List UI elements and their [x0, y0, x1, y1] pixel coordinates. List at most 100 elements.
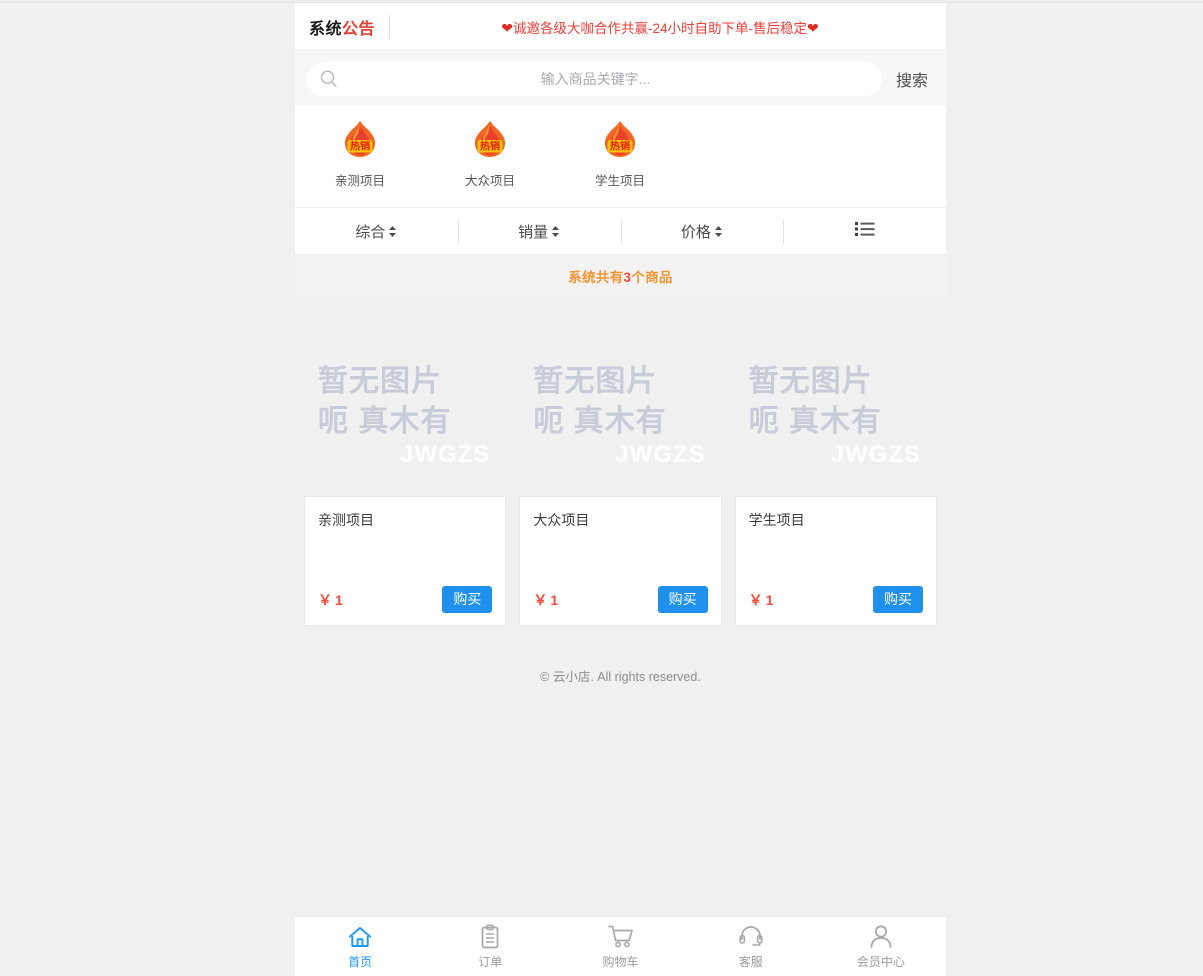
sort-item-price[interactable]: 价格 [620, 208, 784, 254]
nav-label: 客服 [738, 954, 763, 969]
product-card-footer: ￥ 1 购买 [749, 586, 923, 613]
heart-icon-left: ❤ [501, 19, 513, 36]
placeholder-line-1: 暂无图片 [533, 365, 658, 398]
svg-text:热销: 热销 [610, 140, 630, 153]
nav-item-member-center[interactable]: 会员中心 [816, 917, 946, 976]
placeholder-line-1: 暂无图片 [318, 365, 442, 398]
category-label: 大众项目 [464, 174, 515, 188]
search-button[interactable]: 搜索 [882, 67, 936, 91]
placeholder-watermark: JWGZS [830, 441, 921, 468]
announcement-bar: 系统公告 ❤诚邀各级大咖合作共赢-24小时自助下单-售后稳定❤ [295, 3, 946, 51]
footer-copyright: © 云小店. All rights reserved. [540, 670, 701, 684]
count-prefix: 系统共有 [568, 270, 624, 285]
bottom-navigation: 首页 订单 购物车 客服 会员中心 [295, 916, 946, 976]
product-title: 大众项目 [533, 512, 590, 528]
placeholder-line-1: 暂无图片 [748, 365, 873, 398]
nav-label: 会员中心 [856, 954, 905, 969]
placeholder-line-2: 呃 真木有 [748, 405, 882, 438]
search-bar: 搜索 [295, 51, 946, 106]
buy-button[interactable]: 购买 [442, 586, 493, 613]
announcement-message: 诚邀各级大咖合作共赢-24小时自助下单-售后稳定 [513, 20, 808, 36]
currency-symbol: ￥ [318, 591, 332, 608]
product-card-body: 亲测项目 ￥ 1 购买 [304, 496, 507, 626]
product-thumbnail-placeholder: 暂无图片 呃 真木有 JWGZS [519, 333, 721, 496]
product-grid: 暂无图片 呃 真木有 JWGZS 亲测项目 ￥ 1 购买 暂无图片 呃 真木有 … [295, 297, 946, 626]
nav-item-orders[interactable]: 订单 [425, 917, 555, 976]
sort-label: 综合 [355, 223, 386, 241]
search-icon [319, 69, 339, 89]
announcement-label-part2: 公告 [342, 20, 376, 38]
product-thumbnail-placeholder: 暂无图片 呃 真木有 JWGZS [735, 333, 937, 496]
nav-label: 首页 [348, 954, 373, 969]
nav-item-support[interactable]: 客服 [686, 917, 816, 976]
buy-button[interactable]: 购买 [657, 586, 708, 613]
sort-item-sales[interactable]: 销量 [457, 208, 621, 254]
placeholder-line-2: 呃 真木有 [533, 405, 667, 438]
headset-icon [738, 924, 764, 950]
product-card[interactable]: 暂无图片 呃 真木有 JWGZS 大众项目 ￥ 1 购买 [519, 333, 722, 626]
heart-icon-right: ❤ [807, 19, 819, 36]
nav-label: 订单 [478, 954, 503, 969]
placeholder-watermark: JWGZS [615, 441, 706, 468]
category-item-1[interactable]: 热销 大众项目 [425, 120, 555, 189]
search-box[interactable] [307, 61, 882, 96]
price-value: 1 [765, 591, 774, 608]
nav-label: 购物车 [602, 954, 639, 969]
sort-label: 价格 [680, 223, 711, 241]
home-icon [347, 924, 373, 950]
sort-updown-icon [388, 225, 397, 238]
price-value: 1 [550, 591, 559, 608]
product-count-text: 系统共有3个商品 [568, 266, 672, 286]
category-label: 学生项目 [594, 174, 645, 188]
category-label: 亲测项目 [334, 174, 385, 188]
product-title: 学生项目 [748, 512, 805, 528]
product-card-body: 大众项目 ￥ 1 购买 [519, 496, 722, 626]
announcement-label-part1: 系统 [309, 20, 343, 38]
product-thumbnail-placeholder: 暂无图片 呃 真木有 JWGZS [304, 333, 506, 496]
search-input[interactable] [339, 70, 870, 87]
placeholder-watermark: JWGZS [400, 441, 491, 468]
product-price: ￥ 1 [533, 590, 558, 610]
product-card-footer: ￥ 1 购买 [318, 586, 493, 613]
product-card-body: 学生项目 ￥ 1 购买 [734, 496, 937, 626]
hot-sale-flame-icon: 热销 [344, 121, 376, 157]
shopping-cart-icon [607, 924, 635, 950]
app-page: 系统公告 ❤诚邀各级大咖合作共赢-24小时自助下单-售后稳定❤ 搜索 [0, 0, 1203, 976]
product-count-band: 系统共有3个商品 [295, 255, 946, 297]
price-value: 1 [335, 591, 343, 608]
announcement-label: 系统公告 [305, 15, 375, 39]
currency-symbol: ￥ [533, 591, 548, 608]
hot-sale-flame-icon: 热销 [604, 121, 636, 157]
category-item-0[interactable]: 热销 亲测项目 [295, 120, 425, 189]
view-toggle-button[interactable] [783, 208, 946, 254]
announcement-divider [389, 14, 391, 39]
svg-text:热销: 热销 [350, 140, 370, 153]
product-price: ￥ 1 [318, 590, 343, 610]
product-card[interactable]: 暂无图片 呃 真木有 JWGZS 学生项目 ￥ 1 购买 [734, 333, 937, 626]
clipboard-icon [478, 923, 502, 950]
sort-label: 销量 [518, 223, 549, 241]
sort-item-comprehensive[interactable]: 综合 [295, 208, 458, 254]
product-title: 亲测项目 [318, 512, 374, 528]
list-view-icon [854, 221, 875, 241]
announcement-text[interactable]: ❤诚邀各级大咖合作共赢-24小时自助下单-售后稳定❤ [406, 17, 936, 37]
product-card-footer: ￥ 1 购买 [533, 586, 708, 613]
category-item-2[interactable]: 热销 学生项目 [555, 120, 685, 189]
nav-item-cart[interactable]: 购物车 [555, 917, 685, 976]
svg-text:热销: 热销 [480, 140, 500, 153]
product-card[interactable]: 暂无图片 呃 真木有 JWGZS 亲测项目 ￥ 1 购买 [304, 333, 507, 626]
buy-button[interactable]: 购买 [872, 586, 923, 613]
currency-symbol: ￥ [748, 591, 763, 608]
count-suffix: 个商品 [631, 270, 673, 285]
mobile-container: 系统公告 ❤诚邀各级大咖合作共赢-24小时自助下单-售后稳定❤ 搜索 [295, 3, 946, 976]
sort-updown-icon [714, 225, 723, 238]
product-price: ￥ 1 [749, 590, 774, 610]
hot-sale-flame-icon: 热销 [474, 121, 506, 157]
nav-item-home[interactable]: 首页 [295, 917, 425, 976]
product-grid-zone: 暂无图片 呃 真木有 JWGZS 亲测项目 ￥ 1 购买 暂无图片 呃 真木有 … [295, 297, 946, 626]
placeholder-line-2: 呃 真木有 [318, 405, 452, 438]
user-icon [869, 924, 893, 950]
sort-bar: 综合 销量 价格 [295, 208, 946, 255]
category-list: 热销 亲测项目 热销 大众项目 热销 学生项目 [295, 106, 946, 208]
sort-updown-icon [551, 225, 560, 238]
